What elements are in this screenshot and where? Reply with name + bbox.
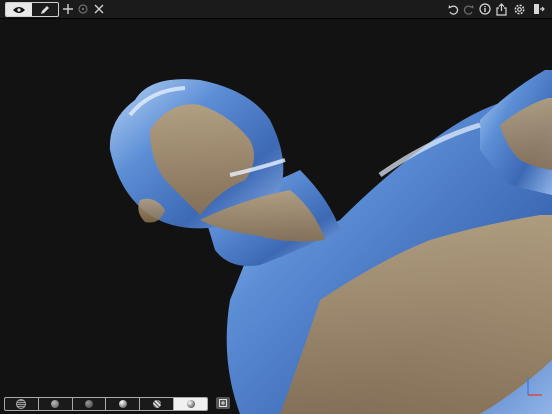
share-button[interactable] xyxy=(494,2,508,16)
move-button[interactable] xyxy=(61,2,75,16)
undo-icon xyxy=(448,4,458,15)
material-wireframe-button[interactable] xyxy=(5,398,39,410)
move-icon xyxy=(63,4,73,14)
cut-button[interactable] xyxy=(92,2,106,16)
matte-sphere-icon xyxy=(51,400,60,408)
cut-icon xyxy=(94,4,104,14)
settings-icon xyxy=(514,4,524,14)
exit-icon xyxy=(534,4,545,14)
share-icon xyxy=(495,2,507,16)
model-viewport[interactable] xyxy=(0,19,552,414)
export-icon xyxy=(219,399,227,407)
eye-icon xyxy=(13,6,25,13)
material-matte-button[interactable] xyxy=(39,398,73,410)
material-striped-button[interactable] xyxy=(140,398,175,410)
reflective-sphere-icon xyxy=(186,400,195,408)
mode-toggle xyxy=(5,2,59,17)
redo-button[interactable] xyxy=(461,2,475,16)
material-shiny-button[interactable] xyxy=(106,398,141,410)
shiny-sphere-icon xyxy=(118,400,127,408)
redo-icon xyxy=(463,4,473,15)
anatomy-model[interactable] xyxy=(0,19,552,414)
export-button[interactable] xyxy=(216,397,230,409)
material-flat-button[interactable] xyxy=(73,398,107,410)
settings-button[interactable] xyxy=(512,2,526,16)
striped-sphere-icon xyxy=(152,400,161,408)
view-mode-button[interactable] xyxy=(6,3,32,16)
target-button[interactable] xyxy=(76,2,90,16)
axis-gizmo xyxy=(527,377,542,396)
material-reflective-button[interactable] xyxy=(174,398,207,410)
info-button[interactable] xyxy=(478,2,492,16)
top-toolbar xyxy=(0,0,552,19)
draw-mode-button[interactable] xyxy=(32,3,58,16)
flat-sphere-icon xyxy=(85,400,94,408)
undo-button[interactable] xyxy=(446,2,460,16)
material-selector xyxy=(4,397,208,411)
target-icon xyxy=(78,4,88,14)
pencil-icon xyxy=(41,5,49,14)
info-icon xyxy=(479,3,491,15)
wireframe-sphere-icon xyxy=(16,399,27,409)
exit-button[interactable] xyxy=(532,2,546,16)
